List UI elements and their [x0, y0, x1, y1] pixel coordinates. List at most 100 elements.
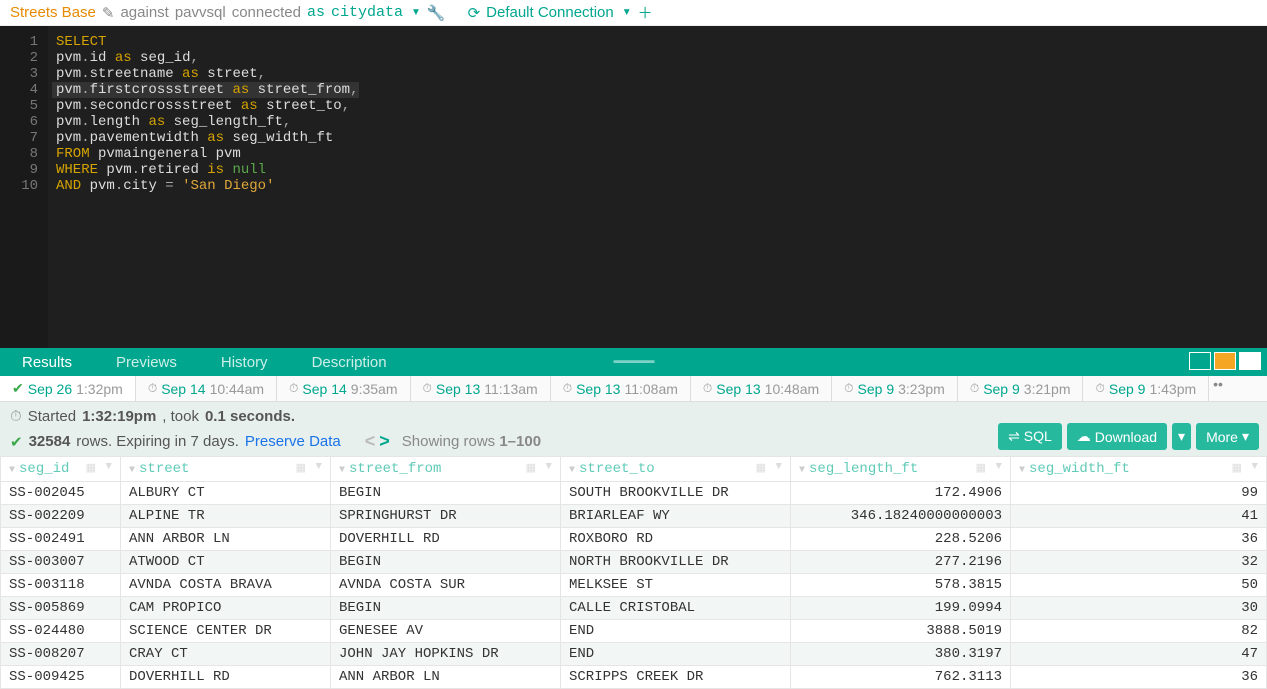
clock-icon: ⏱ — [10, 408, 22, 425]
table-cell: JOHN JAY HOPKINS DR — [331, 643, 561, 666]
run-tab[interactable]: ⏱Sep 91:43pm — [1083, 376, 1209, 401]
table-row[interactable]: SS-003007ATWOOD CTBEGINNORTH BROOKVILLE … — [1, 551, 1267, 574]
table-cell: BEGIN — [331, 597, 561, 620]
table-cell: SCRIPPS CREEK DR — [561, 666, 791, 689]
sort-icon[interactable]: ▦ — [86, 461, 96, 475]
run-tab[interactable]: ⏱Sep 1311:13am — [411, 376, 551, 401]
panel-tabs: Results Previews History Description ▬▬▬… — [0, 348, 1267, 376]
view-toggle-1[interactable] — [1189, 352, 1211, 370]
sort-icon[interactable]: ▦ — [1232, 461, 1242, 475]
table-cell: SS-005869 — [1, 597, 121, 620]
column-header[interactable]: ▼seg_width_ft▦▼ — [1011, 457, 1267, 482]
filter-icon[interactable]: ▼ — [995, 461, 1002, 473]
row-count: 32584 — [29, 433, 71, 450]
clock-icon: ⏱ — [1095, 381, 1104, 396]
table-cell: SS-003007 — [1, 551, 121, 574]
table-cell: SS-002491 — [1, 528, 121, 551]
sql-button[interactable]: ⇌ SQL — [998, 423, 1062, 450]
sort-icon[interactable]: ▦ — [756, 461, 766, 475]
clock-icon: ⏱ — [423, 381, 432, 396]
filter-icon[interactable]: ▼ — [1251, 461, 1258, 473]
filter-icon[interactable]: ▼ — [315, 461, 322, 473]
code-area[interactable]: SELECTpvm.id as seg_id,pvm.streetname as… — [48, 26, 359, 348]
table-cell: 199.0994 — [791, 597, 1011, 620]
download-button[interactable]: ☁Download — [1067, 423, 1167, 450]
preserve-data-link[interactable]: Preserve Data — [245, 433, 341, 450]
sort-icon[interactable]: ▦ — [526, 461, 536, 475]
db-name[interactable]: citydata — [331, 4, 403, 21]
clock-icon: ⏱ — [563, 381, 572, 396]
table-cell: 82 — [1011, 620, 1267, 643]
run-tab[interactable]: ⏱Sep 1311:08am — [551, 376, 691, 401]
download-dropdown[interactable]: ▾ — [1172, 423, 1191, 450]
wrench-icon[interactable]: 🔧 — [427, 4, 446, 22]
table-cell: 762.3113 — [791, 666, 1011, 689]
tab-history[interactable]: History — [199, 348, 290, 376]
run-tab[interactable]: ⏱Sep 1410:44am — [136, 376, 277, 401]
table-cell: 346.18240000000003 — [791, 505, 1011, 528]
resize-handle[interactable]: ▬▬▬▬▬ — [614, 355, 654, 363]
check-icon: ✔ — [12, 380, 24, 397]
more-runs-icon[interactable]: •• — [1209, 376, 1227, 401]
run-tab[interactable]: ⏱Sep 93:23pm — [832, 376, 958, 401]
results-table-wrap[interactable]: ▼seg_id▦▼▼street▦▼▼street_from▦▼▼street_… — [0, 456, 1267, 689]
table-cell: SS-008207 — [1, 643, 121, 666]
refresh-icon[interactable]: ⟳ — [468, 4, 481, 22]
view-toggle-3[interactable] — [1239, 352, 1261, 370]
tab-description[interactable]: Description — [290, 348, 409, 376]
query-name[interactable]: Streets Base — [10, 4, 96, 21]
tab-results[interactable]: Results — [0, 348, 94, 376]
table-row[interactable]: SS-002209ALPINE TRSPRINGHURST DRBRIARLEA… — [1, 505, 1267, 528]
table-cell: ATWOOD CT — [121, 551, 331, 574]
next-page-icon[interactable]: > — [379, 431, 390, 452]
column-header[interactable]: ▼street▦▼ — [121, 457, 331, 482]
table-cell: BEGIN — [331, 551, 561, 574]
table-row[interactable]: SS-002491ANN ARBOR LNDOVERHILL RDROXBORO… — [1, 528, 1267, 551]
connection-dropdown-caret[interactable]: ▼ — [622, 7, 632, 18]
table-cell: 99 — [1011, 482, 1267, 505]
took-value: 0.1 seconds. — [205, 408, 295, 425]
more-button[interactable]: More ▾ — [1196, 423, 1259, 450]
run-tab[interactable]: ⏱Sep 149:35am — [277, 376, 410, 401]
column-header[interactable]: ▼street_from▦▼ — [331, 457, 561, 482]
check-icon: ✔ — [10, 433, 23, 451]
run-tab[interactable]: ✔Sep 261:32pm — [0, 376, 136, 401]
sort-icon[interactable]: ▦ — [976, 461, 986, 475]
table-row[interactable]: SS-003118AVNDA COSTA BRAVAAVNDA COSTA SU… — [1, 574, 1267, 597]
add-connection-icon[interactable]: ＋ — [638, 2, 653, 23]
run-tab[interactable]: ⏱Sep 1310:48am — [691, 376, 832, 401]
table-row[interactable]: SS-005869CAM PROPICOBEGINCALLE CRISTOBAL… — [1, 597, 1267, 620]
edit-icon[interactable]: ✎ — [102, 4, 115, 22]
sort-icon[interactable]: ▦ — [296, 461, 306, 475]
run-tab[interactable]: ⏱Sep 93:21pm — [958, 376, 1084, 401]
clock-icon: ⏱ — [844, 381, 853, 396]
connection-selector[interactable]: Default Connection — [486, 4, 614, 21]
filter-icon[interactable]: ▼ — [105, 461, 112, 473]
table-row[interactable]: SS-024480SCIENCE CENTER DRGENESEE AVEND3… — [1, 620, 1267, 643]
table-cell: END — [561, 620, 791, 643]
clock-icon: ⏱ — [970, 381, 979, 396]
table-cell: 277.2196 — [791, 551, 1011, 574]
table-cell: 380.3197 — [791, 643, 1011, 666]
clock-icon: ⏱ — [148, 381, 157, 396]
filter-icon[interactable]: ▼ — [775, 461, 782, 473]
as-label: as — [307, 4, 325, 21]
column-header[interactable]: ▼street_to▦▼ — [561, 457, 791, 482]
table-cell: 228.5206 — [791, 528, 1011, 551]
table-row[interactable]: SS-009425DOVERHILL RDANN ARBOR LNSCRIPPS… — [1, 666, 1267, 689]
column-header[interactable]: ▼seg_length_ft▦▼ — [791, 457, 1011, 482]
table-row[interactable]: SS-008207CRAY CTJOHN JAY HOPKINS DREND38… — [1, 643, 1267, 666]
table-cell: 578.3815 — [791, 574, 1011, 597]
tab-previews[interactable]: Previews — [94, 348, 199, 376]
view-toggle-2[interactable] — [1214, 352, 1236, 370]
rows-suffix: rows. Expiring in 7 days. — [76, 433, 239, 450]
filter-icon[interactable]: ▼ — [545, 461, 552, 473]
table-row[interactable]: SS-002045ALBURY CTBEGINSOUTH BROOKVILLE … — [1, 482, 1267, 505]
db-dropdown-caret[interactable]: ▼ — [411, 7, 421, 18]
table-cell: 50 — [1011, 574, 1267, 597]
prev-page-icon[interactable]: < — [365, 431, 376, 452]
sql-editor[interactable]: 12345678910 SELECTpvm.id as seg_id,pvm.s… — [0, 26, 1267, 348]
table-cell: CRAY CT — [121, 643, 331, 666]
column-header[interactable]: ▼seg_id▦▼ — [1, 457, 121, 482]
table-header-row: ▼seg_id▦▼▼street▦▼▼street_from▦▼▼street_… — [1, 457, 1267, 482]
